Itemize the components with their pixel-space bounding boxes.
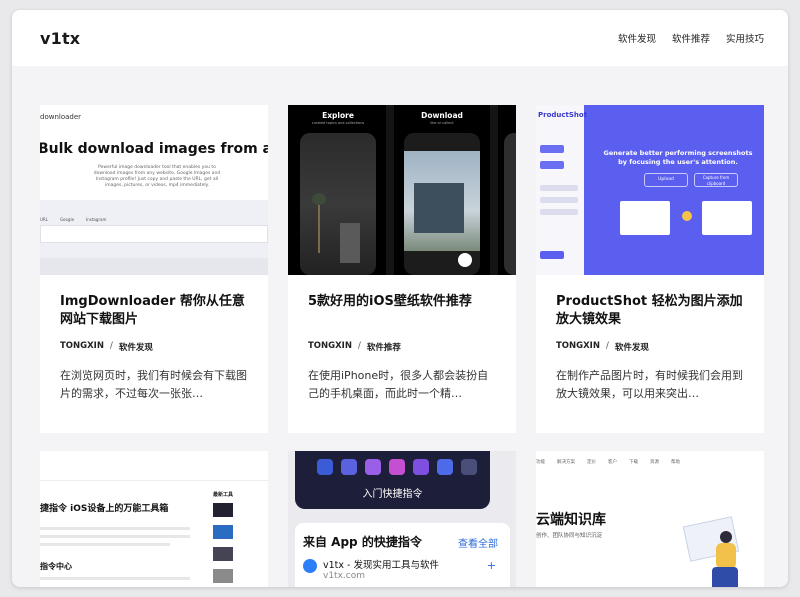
app-url: v1tx.com [323, 571, 365, 581]
phone-title: Explore [322, 111, 354, 120]
chip-instagram: Instagram [86, 217, 107, 222]
thumb-brand: ProductShot [538, 111, 588, 119]
thumb-menu-item: 解决方案 [557, 460, 575, 465]
thumb-menu-item: 功能 [536, 460, 545, 465]
thumb-label: downloader [40, 113, 82, 121]
thumb-footer [40, 258, 268, 275]
post-thumbnail[interactable]: 捷指令 iOS设备上的万能工具箱 指令中心 最新工具 [40, 451, 268, 587]
post-card[interactable]: Explore curated topics and collections D… [288, 105, 516, 433]
thumb-headline: Bulk download images from any url [40, 141, 268, 157]
thumb-section: 指令中心 [40, 562, 72, 571]
post-author[interactable]: TONGXIN [556, 341, 600, 353]
post-thumbnail[interactable]: 功能 解决方案 定价 客户 下载 资源 帮助 云端知识库 创作、团队协同与知识沉… [536, 451, 764, 587]
banner-text: 入门快捷指令 [362, 489, 423, 500]
post-thumbnail[interactable]: Explore curated topics and collections D… [288, 105, 516, 275]
thumb-menu-item: 客户 [608, 460, 617, 465]
main-nav: 软件发现 软件推荐 实用技巧 [618, 31, 764, 45]
post-category[interactable]: 软件推荐 [367, 341, 401, 353]
post-excerpt: 在浏览网页时，我们有时候会有下载图片的需求，不过每次一张张… [60, 369, 247, 400]
phone-mockup-edge [498, 105, 516, 275]
post-card[interactable]: 入门快捷指令 来自 App 的快捷指令 查看全部 v1tx - 发现实用工具与软… [288, 451, 516, 587]
thumb-subline: 创作、团队协同与知识沉淀 [536, 533, 603, 539]
post-card[interactable]: ProductShot Generate better performing s… [536, 105, 764, 433]
post-thumbnail[interactable]: downloader Bulk download images from any… [40, 105, 268, 275]
nav-practical-tips[interactable]: 实用技巧 [726, 31, 764, 45]
thumb-description: Powerful image downloader tool that enab… [93, 165, 221, 188]
post-meta: TONGXIN / 软件发现 [556, 341, 744, 353]
panel-title: 来自 App 的快捷指令 [303, 535, 422, 549]
shortcuts-panel: 来自 App 的快捷指令 查看全部 v1tx - 发现实用工具与软件 v1tx.… [295, 523, 510, 587]
thumb-headline: 云端知识库 [536, 512, 606, 528]
thumb-menu-item: 定价 [587, 460, 596, 465]
post-card[interactable]: 捷指令 iOS设备上的万能工具箱 指令中心 最新工具 [40, 451, 268, 587]
post-title[interactable]: 5款好用的iOS壁纸软件推荐 [308, 293, 496, 329]
chip-google: Google [59, 217, 75, 222]
thumb-menu-item: 下载 [629, 460, 638, 465]
thumb-clipboard-button: Capture from clipboard [694, 173, 738, 187]
post-category[interactable]: 软件发现 [615, 341, 649, 353]
post-thumbnail[interactable]: ProductShot Generate better performing s… [536, 105, 764, 275]
post-author[interactable]: TONGXIN [308, 341, 352, 353]
thumb-chips: URL Google Instagram [40, 217, 106, 222]
post-card[interactable]: 功能 解决方案 定价 客户 下载 资源 帮助 云端知识库 创作、团队协同与知识沉… [536, 451, 764, 587]
illustration-person [682, 511, 756, 587]
browser-window: v1tx 软件发现 软件推荐 实用技巧 downloader Bulk down… [12, 10, 788, 587]
post-meta: TONGXIN / 软件推荐 [308, 341, 496, 353]
card-body: ImgDownloader 帮你从任意网站下载图片 TONGXIN / 软件发现… [40, 275, 268, 403]
safari-icon [303, 559, 317, 573]
phone-mockup-download: Download like or collect [394, 105, 490, 275]
thumb-banner: 入门快捷指令 [295, 451, 490, 509]
thumb-menu: 功能 解决方案 定价 客户 下载 资源 帮助 [536, 459, 680, 465]
meta-separator: / [109, 341, 113, 351]
chip-url: URL [40, 217, 48, 222]
meta-separator: / [357, 341, 361, 351]
phone-screen [300, 133, 376, 275]
phone-screen [404, 133, 480, 275]
add-icon: + [486, 559, 496, 572]
thumb-title: 捷指令 iOS设备上的万能工具箱 [40, 504, 169, 514]
meta-separator: / [605, 341, 609, 351]
app-name: v1tx - 发现实用工具与软件 [323, 560, 439, 571]
post-thumbnail[interactable]: 入门快捷指令 来自 App 的快捷指令 查看全部 v1tx - 发现实用工具与软… [288, 451, 516, 587]
post-meta: TONGXIN / 软件发现 [60, 341, 248, 353]
phone-title: Download [421, 111, 463, 120]
card-body: 5款好用的iOS壁纸软件推荐 TONGXIN / 软件推荐 在使用iPhone时… [288, 275, 516, 403]
thumb-url-bar [40, 225, 268, 243]
post-title[interactable]: ProductShot 轻松为图片添加放大镜效果 [556, 293, 744, 329]
card-body: ProductShot 轻松为图片添加放大镜效果 TONGXIN / 软件发现 … [536, 275, 764, 403]
site-logo[interactable]: v1tx [40, 29, 80, 48]
phone-subtitle: like or collect [430, 121, 454, 125]
phone-mockup-explore: Explore curated topics and collections [290, 105, 386, 275]
thumb-side-heading: 最新工具 [213, 492, 234, 498]
post-category[interactable]: 软件发现 [119, 341, 153, 353]
site-header: v1tx 软件发现 软件推荐 实用技巧 [12, 10, 788, 66]
nav-software-discovery[interactable]: 软件发现 [618, 31, 656, 45]
thumb-upload-button: Upload [644, 173, 688, 187]
thumb-menu-item: 帮助 [671, 460, 680, 465]
phone-subtitle: curated topics and collections [311, 121, 365, 125]
post-author[interactable]: TONGXIN [60, 341, 104, 353]
post-excerpt: 在制作产品图片时，有时候我们会用到放大镜效果，可以用来突出… [556, 369, 743, 400]
thumb-sidebar: ProductShot [536, 105, 588, 275]
post-card[interactable]: downloader Bulk download images from any… [40, 105, 268, 433]
thumb-menu-item: 资源 [650, 460, 659, 465]
view-all-link: 查看全部 [458, 539, 498, 550]
post-excerpt: 在使用iPhone时，很多人都会装扮自己的手机桌面，而此时一个精… [308, 369, 489, 400]
post-title[interactable]: ImgDownloader 帮你从任意网站下载图片 [60, 293, 248, 329]
nav-software-recommend[interactable]: 软件推荐 [672, 31, 710, 45]
thumb-headline: Generate better performing screenshots b… [603, 149, 753, 166]
